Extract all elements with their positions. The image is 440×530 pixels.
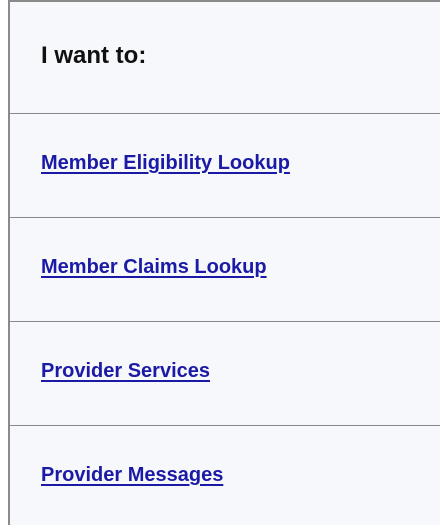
panel-title: I want to:: [41, 42, 147, 69]
member-claims-lookup-link[interactable]: Member Claims Lookup: [41, 256, 267, 278]
link-row-provider-services: Provider Services: [10, 322, 440, 426]
quick-links-panel: I want to: Member Eligibility Lookup Mem…: [8, 0, 440, 525]
panel-header: I want to:: [10, 2, 440, 114]
link-row-provider-messages: Provider Messages: [10, 426, 440, 530]
member-eligibility-lookup-link[interactable]: Member Eligibility Lookup: [41, 152, 290, 174]
link-row-member-claims: Member Claims Lookup: [10, 218, 440, 322]
provider-messages-link[interactable]: Provider Messages: [41, 464, 223, 486]
link-row-member-eligibility: Member Eligibility Lookup: [10, 114, 440, 218]
provider-services-link[interactable]: Provider Services: [41, 360, 210, 382]
